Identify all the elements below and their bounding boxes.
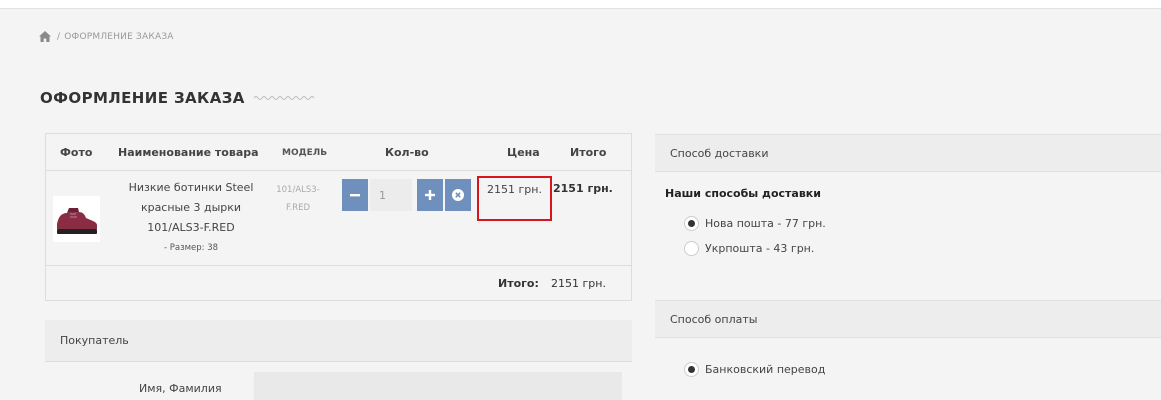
name-field-label: Имя, Фамилия [139, 382, 222, 395]
buyer-header: Покупатель [45, 320, 632, 362]
top-bar [0, 0, 1161, 9]
breadcrumb-current: ОФОРМЛЕНИЕ ЗАКАЗА [64, 31, 174, 42]
product-image[interactable] [53, 196, 100, 242]
payment-option-bank-transfer[interactable]: Банковский перевод [684, 362, 825, 377]
header-photo: Фото [60, 146, 93, 159]
product-size: - Размер: 38 [163, 243, 219, 253]
minus-icon [350, 194, 360, 197]
delivery-subtitle: Наши способы доставки [665, 187, 821, 200]
delivery-option-label[interactable]: Укрпошта - 43 грн. [705, 242, 814, 255]
header-total: Итого [570, 146, 607, 159]
product-name-line3[interactable]: 101/ALS3-F.RED [116, 218, 266, 238]
price-highlight-box: 2151 грн. [477, 176, 552, 221]
product-model-line2: F.RED [285, 203, 311, 213]
delivery-title: Способ доставки [670, 147, 769, 160]
breadcrumb-separator: / [57, 31, 61, 42]
delivery-header: Способ доставки [655, 134, 1161, 172]
buyer-section: Покупатель Имя, Фамилия [45, 320, 632, 400]
quantity-increase-button[interactable] [417, 179, 443, 211]
product-name-line2[interactable]: красные 3 дырки [116, 198, 266, 218]
payment-header: Способ оплаты [655, 300, 1161, 338]
header-name: Наименование товара [118, 146, 259, 159]
quantity-input[interactable] [370, 179, 412, 211]
page-title: ОФОРМЛЕНИЕ ЗАКАЗА [40, 89, 316, 107]
remove-icon [452, 189, 464, 201]
delivery-option-nova-poshta[interactable]: Нова пошта - 77 грн. [684, 216, 826, 231]
cart-header: Фото Наименование товара МОДЕЛЬ Кол-во Ц… [46, 134, 631, 171]
quantity-decrease-button[interactable] [342, 179, 368, 211]
radio-unselected-icon[interactable] [684, 241, 699, 256]
wave-decoration-icon [253, 96, 315, 100]
cart-table: Фото Наименование товара МОДЕЛЬ Кол-во Ц… [45, 133, 632, 301]
delivery-option-label[interactable]: Нова пошта - 77 грн. [705, 217, 826, 230]
product-name-line1[interactable]: Низкие ботинки Steel [116, 178, 266, 198]
home-icon[interactable] [39, 31, 51, 42]
item-total: 2151 грн. [553, 182, 613, 195]
cart-total-label: Итого: [498, 277, 539, 290]
delivery-option-ukrposhta[interactable]: Укрпошта - 43 грн. [684, 241, 814, 256]
header-qty: Кол-во [385, 146, 429, 159]
product-name[interactable]: Низкие ботинки Steel красные 3 дырки 101… [116, 178, 266, 238]
delivery-section: Способ доставки Наши способы доставки Но… [655, 134, 1161, 274]
payment-option-label[interactable]: Банковский перевод [705, 363, 825, 376]
radio-selected-icon[interactable] [684, 216, 699, 231]
cart-row: Низкие ботинки Steel красные 3 дырки 101… [46, 172, 631, 266]
product-model: 101/ALS3- F.RED [275, 181, 321, 217]
cart-total-value: 2151 грн. [551, 277, 606, 290]
page-title-text: ОФОРМЛЕНИЕ ЗАКАЗА [40, 89, 245, 107]
header-price: Цена [507, 146, 540, 159]
name-field[interactable] [254, 372, 622, 400]
remove-item-button[interactable] [445, 179, 471, 211]
item-price: 2151 грн. [487, 183, 542, 196]
buyer-title: Покупатель [60, 334, 129, 347]
product-model-line1: 101/ALS3- [276, 185, 320, 195]
plus-icon [425, 190, 435, 200]
payment-title: Способ оплаты [670, 313, 758, 326]
breadcrumb: / ОФОРМЛЕНИЕ ЗАКАЗА [39, 31, 174, 42]
payment-section: Способ оплаты Банковский перевод [655, 300, 1161, 400]
header-model: МОДЕЛЬ [282, 148, 328, 158]
radio-selected-icon[interactable] [684, 362, 699, 377]
